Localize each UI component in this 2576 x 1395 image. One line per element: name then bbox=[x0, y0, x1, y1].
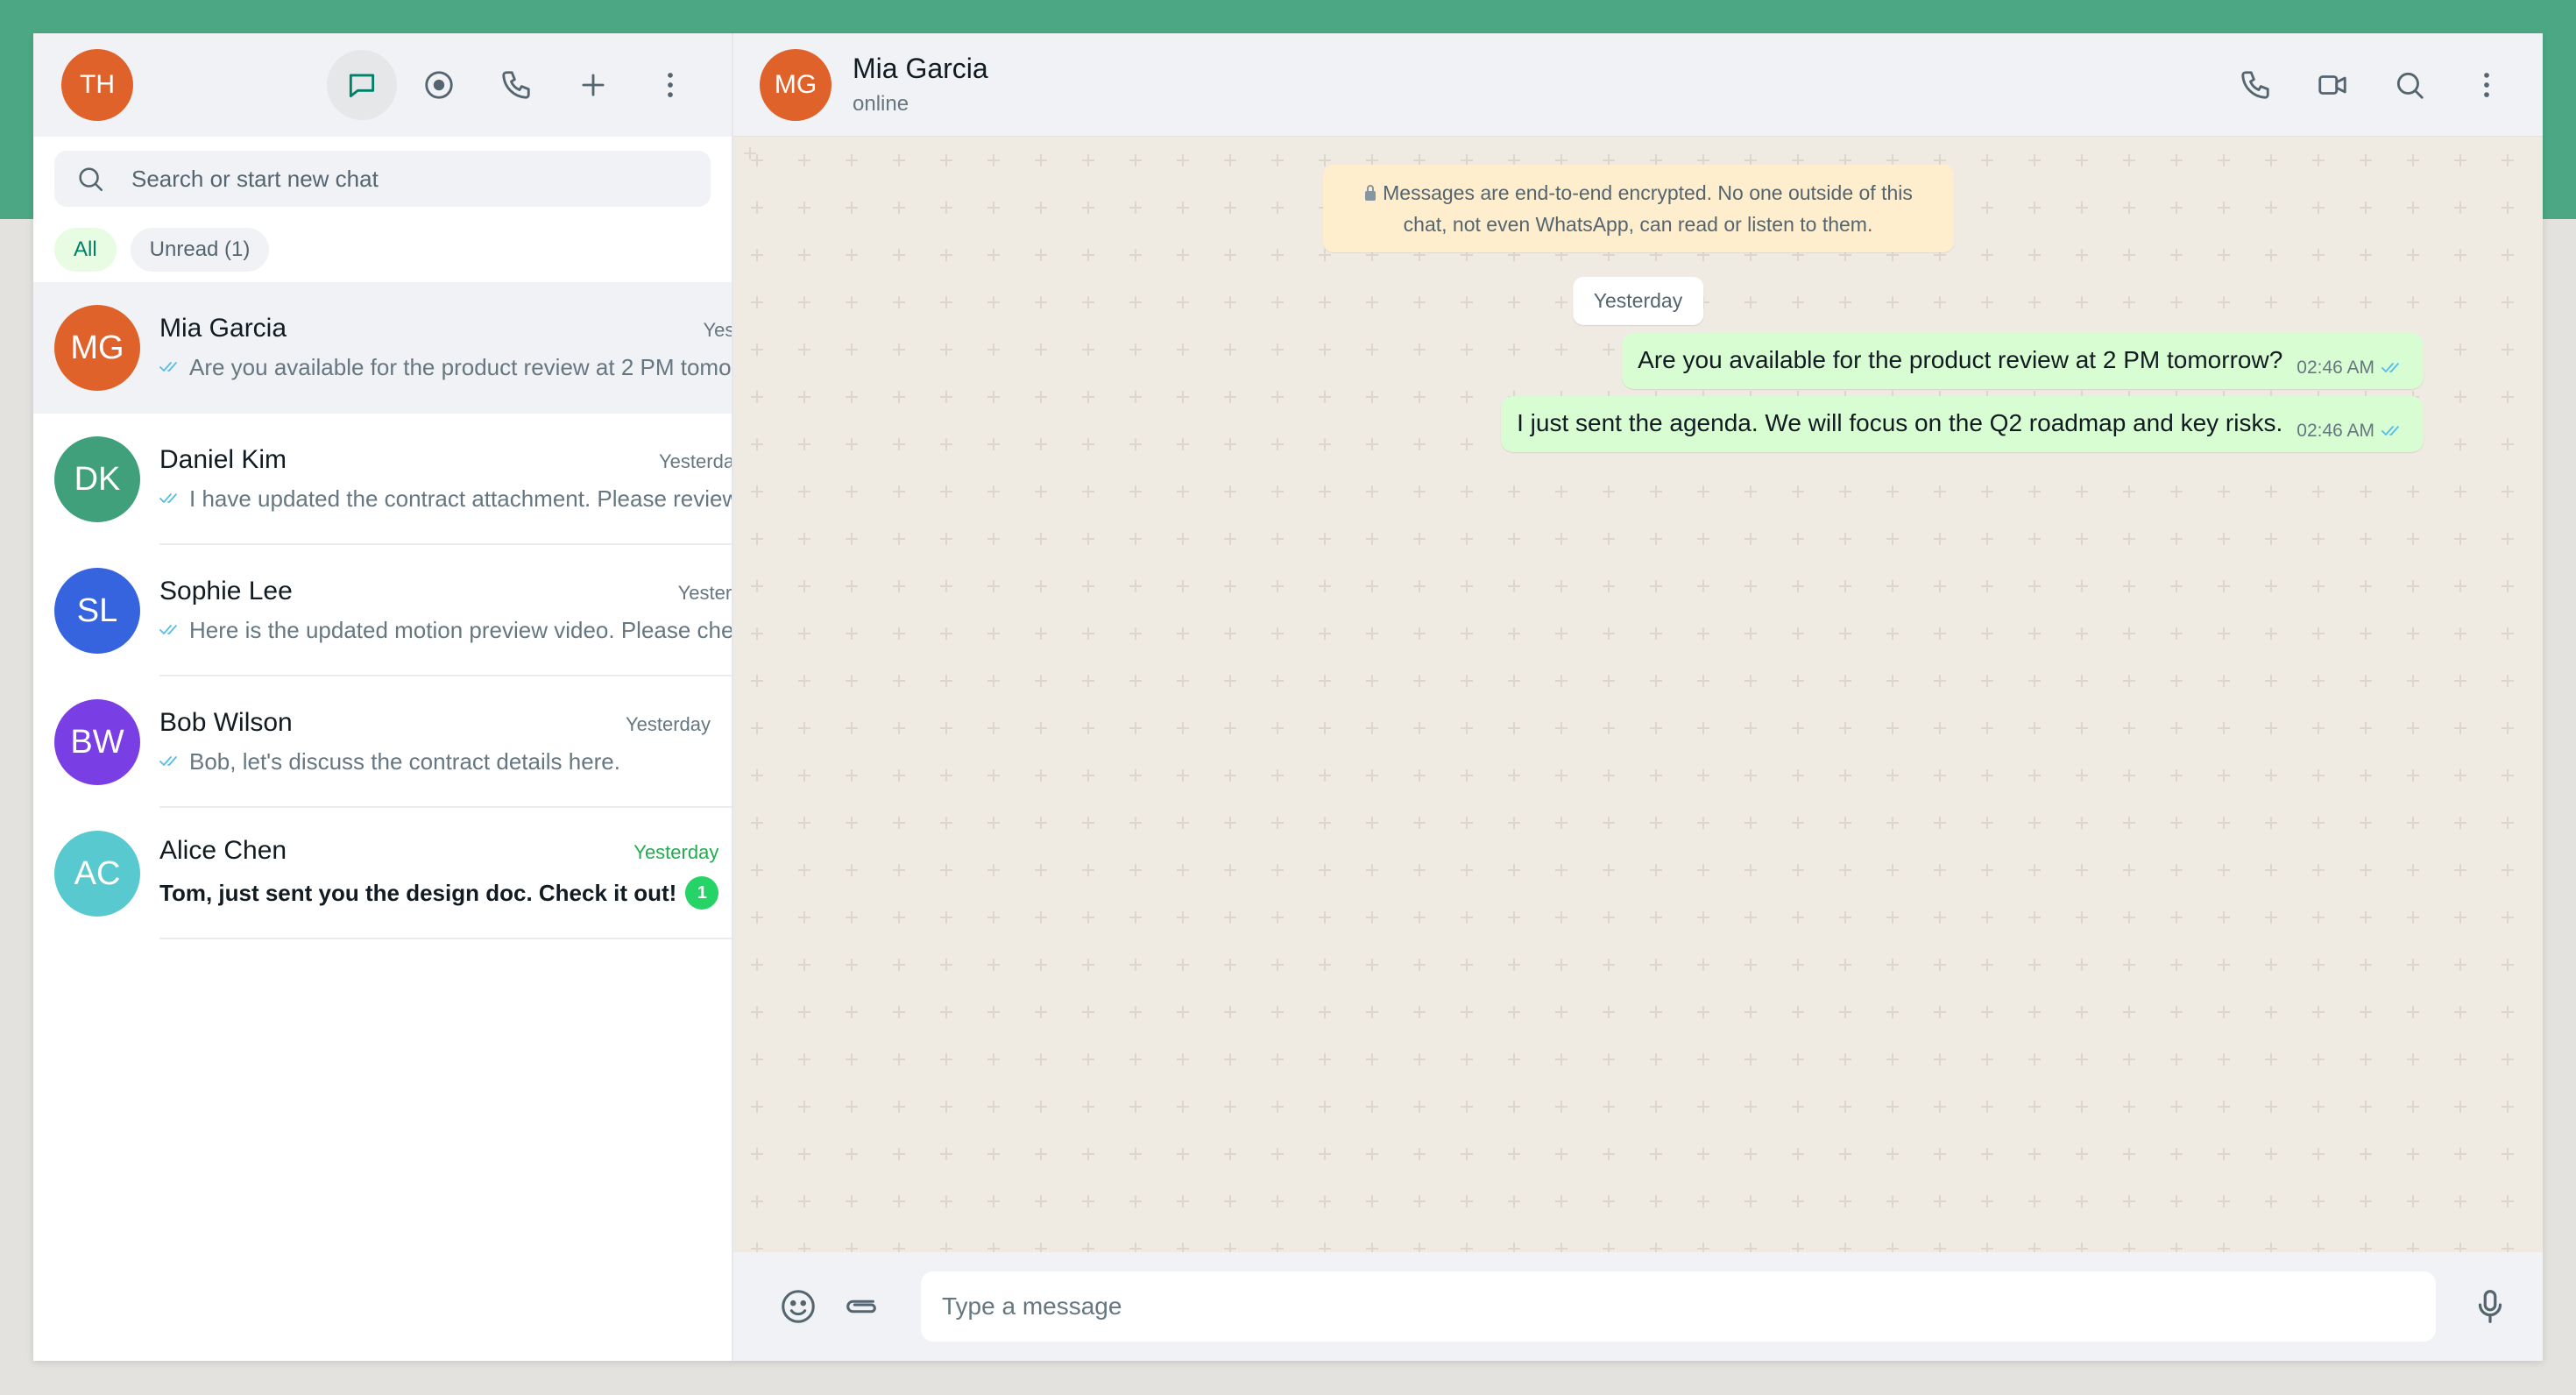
chat-preview: Are you available for the product review… bbox=[189, 353, 732, 380]
lock-icon bbox=[1365, 185, 1376, 201]
message-composer bbox=[733, 1252, 2543, 1361]
chat-name: Alice Chen bbox=[159, 836, 287, 865]
new-chat-button[interactable] bbox=[558, 50, 628, 120]
phone-icon bbox=[2241, 70, 2269, 99]
chat-preview: Bob, let's discuss the contract details … bbox=[189, 747, 620, 775]
message-bubble-outgoing[interactable]: Are you available for the product review… bbox=[1622, 333, 2424, 389]
conversation-menu-button[interactable] bbox=[2452, 50, 2522, 120]
chat-time: Yesterday bbox=[677, 581, 732, 604]
chat-item-sophie-lee[interactable]: SL Sophie Lee Yesterday Here is the upda… bbox=[33, 545, 732, 676]
attach-button[interactable] bbox=[830, 1275, 893, 1338]
chats-button[interactable] bbox=[327, 50, 397, 120]
chat-time: Yesterday bbox=[625, 712, 711, 735]
message-time: 02:46 AM bbox=[2296, 358, 2374, 378]
chat-item-body: Daniel Kim Yesterday I have updated the … bbox=[159, 414, 732, 545]
video-call-button[interactable] bbox=[2297, 50, 2367, 120]
search-conversation-button[interactable] bbox=[2374, 50, 2445, 120]
encryption-notice[interactable]: Messages are end-to-end encrypted. No on… bbox=[1322, 165, 1954, 252]
whatsapp-window: TH Search or start new chat All Unread (… bbox=[33, 33, 2543, 1361]
chat-item-body: Bob Wilson Yesterday Bob, let's discuss … bbox=[159, 676, 732, 808]
chat-preview: Tom, just sent you the design doc. Check… bbox=[159, 879, 677, 906]
status-icon bbox=[425, 71, 453, 99]
contact-status: online bbox=[853, 92, 909, 116]
double-check-icon bbox=[159, 493, 177, 503]
my-avatar[interactable]: TH bbox=[61, 49, 133, 121]
more-vertical-icon bbox=[668, 73, 673, 97]
chat-item-alice-chen[interactable]: AC Alice Chen Yesterday Tom, just sent y… bbox=[33, 808, 732, 939]
chat-time: Yesterday bbox=[703, 318, 732, 341]
chat-preview: I have updated the contract attachment. … bbox=[189, 485, 732, 512]
unread-badge: 1 bbox=[685, 876, 719, 910]
chat-item-mia-garcia[interactable]: MG Mia Garcia Yesterday Are you availabl… bbox=[33, 282, 732, 414]
chat-name: Mia Garcia bbox=[159, 313, 287, 343]
double-check-icon bbox=[2381, 363, 2399, 372]
search-input[interactable] bbox=[131, 165, 690, 193]
avatar: BW bbox=[54, 699, 140, 785]
status-button[interactable] bbox=[404, 50, 474, 120]
conversation-header: MG Mia Garcia online bbox=[733, 33, 2543, 137]
message-area[interactable]: Messages are end-to-end encrypted. No on… bbox=[733, 137, 2543, 1252]
avatar: DK bbox=[54, 436, 140, 522]
chat-time: Yesterday bbox=[633, 841, 719, 863]
sidebar: TH Search or start new chat All Unread (… bbox=[33, 33, 733, 1361]
smiley-icon bbox=[782, 1290, 815, 1323]
chat-item-bob-wilson[interactable]: BW Bob Wilson Yesterday Bob, let's discu… bbox=[33, 676, 732, 808]
contact-avatar[interactable]: MG bbox=[760, 48, 832, 121]
chat-item-body: Alice Chen Yesterday Tom, just sent you … bbox=[159, 808, 732, 939]
search-container bbox=[33, 137, 732, 216]
filter-unread[interactable]: Unread (1) bbox=[130, 228, 270, 272]
contact-info[interactable]: Mia Garcia online bbox=[853, 53, 988, 117]
voice-call-button[interactable] bbox=[2220, 50, 2290, 120]
voice-message-button[interactable] bbox=[2459, 1275, 2522, 1338]
sidebar-header: TH bbox=[33, 33, 732, 137]
encryption-notice-text: Messages are end-to-end encrypted. No on… bbox=[1383, 181, 1913, 236]
chat-name: Daniel Kim bbox=[159, 444, 287, 474]
message-text: I just sent the agenda. We will focus on… bbox=[1517, 409, 2283, 436]
phone-icon bbox=[502, 71, 530, 99]
microphone-icon bbox=[2478, 1290, 2502, 1323]
chat-time: Yesterday bbox=[659, 450, 732, 472]
chat-item-body: Sophie Lee Yesterday Here is the updated… bbox=[159, 545, 732, 676]
double-check-icon bbox=[159, 756, 177, 766]
chat-bubble-icon bbox=[349, 74, 375, 98]
chat-name: Bob Wilson bbox=[159, 707, 293, 737]
calls-button[interactable] bbox=[481, 50, 551, 120]
message-input[interactable] bbox=[942, 1292, 2415, 1321]
chat-name: Sophie Lee bbox=[159, 576, 293, 605]
video-camera-icon bbox=[2318, 74, 2346, 95]
message-input-container bbox=[921, 1271, 2436, 1342]
date-divider: Yesterday bbox=[1572, 277, 1704, 325]
chat-list: MG Mia Garcia Yesterday Are you availabl… bbox=[33, 282, 732, 1361]
message-time: 02:46 AM bbox=[2296, 421, 2374, 441]
chat-filters: All Unread (1) bbox=[33, 216, 732, 282]
avatar: AC bbox=[54, 831, 140, 917]
search-box bbox=[54, 151, 711, 207]
search-icon bbox=[2396, 72, 2424, 99]
double-check-icon bbox=[159, 625, 177, 634]
conversation-actions bbox=[2220, 50, 2522, 120]
avatar: MG bbox=[54, 305, 140, 391]
plus-icon bbox=[582, 74, 605, 96]
avatar: SL bbox=[54, 568, 140, 654]
message-bubble-outgoing[interactable]: I just sent the agenda. We will focus on… bbox=[1501, 396, 2424, 452]
paperclip-icon bbox=[846, 1299, 876, 1314]
sidebar-menu-button[interactable] bbox=[635, 50, 705, 120]
conversation-pane: MG Mia Garcia online Messages are end-to… bbox=[733, 33, 2543, 1361]
chat-preview: Here is the updated motion preview video… bbox=[189, 616, 732, 643]
double-check-icon bbox=[159, 362, 177, 372]
chat-item-body: Mia Garcia Yesterday Are you available f… bbox=[159, 282, 732, 414]
message-text: Are you available for the product review… bbox=[1638, 346, 2283, 373]
chat-item-daniel-kim[interactable]: DK Daniel Kim Yesterday I have updated t… bbox=[33, 414, 732, 545]
emoji-button[interactable] bbox=[767, 1275, 830, 1338]
double-check-icon bbox=[2381, 426, 2399, 435]
filter-all[interactable]: All bbox=[54, 228, 117, 272]
search-icon bbox=[79, 167, 103, 192]
contact-name: Mia Garcia bbox=[853, 53, 988, 84]
sidebar-header-actions bbox=[327, 50, 705, 120]
more-vertical-icon bbox=[2484, 72, 2489, 97]
